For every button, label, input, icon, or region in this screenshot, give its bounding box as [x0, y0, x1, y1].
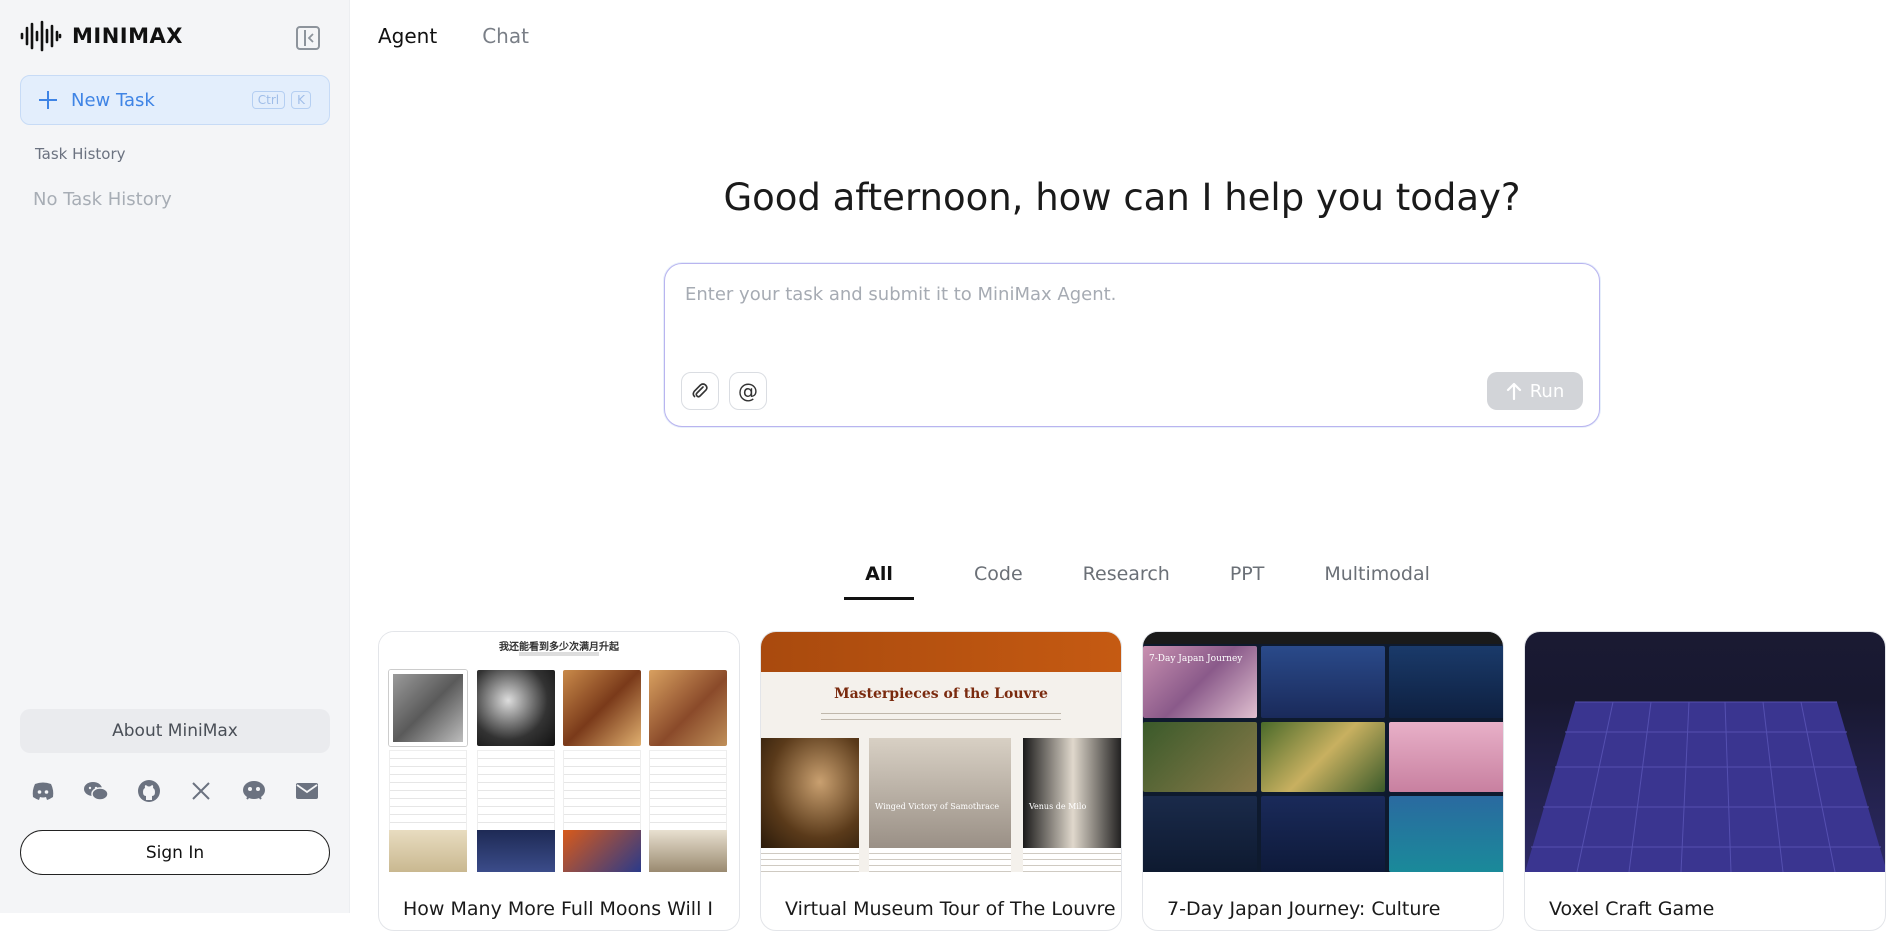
wechat-icon[interactable] [83, 778, 109, 804]
about-button[interactable]: About MiniMax [20, 709, 330, 753]
shortcut-k: K [291, 91, 311, 109]
greeting-heading: Good afternoon, how can I help you today… [723, 176, 1521, 219]
attach-button[interactable] [681, 372, 719, 410]
mode-tabs: Agent Chat [378, 24, 529, 48]
run-label: Run [1529, 380, 1565, 402]
thumb-heading: 7-Day Japan Journey [1149, 654, 1243, 664]
collapse-sidebar-button[interactable] [296, 26, 320, 50]
sign-in-button[interactable]: Sign In [20, 830, 330, 875]
tab-research[interactable]: Research [1083, 563, 1170, 597]
thumb-caption: Winged Victory of Samothrace [875, 802, 1000, 811]
card-thumbnail [1525, 632, 1885, 872]
at-icon: @ [738, 379, 758, 403]
mention-button[interactable]: @ [729, 372, 767, 410]
tab-chat[interactable]: Chat [482, 24, 529, 48]
new-task-button[interactable]: New Task Ctrl K [20, 75, 330, 125]
tab-all[interactable]: All [844, 563, 914, 600]
social-links [30, 778, 320, 804]
mail-icon[interactable] [294, 778, 320, 804]
thumb-heading: Masterpieces of the Louvre [834, 686, 1048, 702]
voxel-grid-graphic [1525, 701, 1885, 872]
plus-icon [39, 91, 57, 109]
tab-code[interactable]: Code [974, 563, 1023, 597]
card-title: Voxel Craft Game [1549, 898, 1715, 920]
example-cards: 我还能看到多少次满月升起 How Many More Full Moons Wi… [378, 631, 1886, 931]
card-title: How Many More Full Moons Will I [403, 898, 713, 920]
shortcut-ctrl: Ctrl [251, 91, 286, 109]
task-history-title: Task History [35, 145, 126, 163]
thumb-heading: 我还能看到多少次满月升起 [499, 642, 619, 653]
chevron-left-icon [307, 33, 314, 43]
brand[interactable]: MINIMAX [20, 18, 183, 54]
tab-ppt[interactable]: PPT [1230, 563, 1265, 597]
example-card[interactable]: Masterpieces of the Louvre Winged Victor… [760, 631, 1122, 931]
prompt-box: @ Run [664, 263, 1600, 427]
github-icon[interactable] [136, 778, 162, 804]
community-icon[interactable] [241, 778, 267, 804]
tab-multimodal[interactable]: Multimodal [1324, 563, 1430, 597]
minimax-logo-icon [20, 20, 62, 52]
thumb-caption: Venus de Milo [1029, 802, 1087, 811]
example-card[interactable]: 7-Day Japan Journey 7-Day Japan Journey:… [1142, 631, 1504, 931]
card-thumbnail: 我还能看到多少次满月升起 [379, 632, 739, 872]
category-tabs: All Code Research PPT Multimodal [844, 563, 1490, 600]
brand-name: MINIMAX [72, 24, 183, 48]
example-card[interactable]: 我还能看到多少次满月升起 How Many More Full Moons Wi… [378, 631, 740, 931]
tab-agent[interactable]: Agent [378, 24, 437, 48]
card-thumbnail: 7-Day Japan Journey [1143, 632, 1503, 872]
run-button[interactable]: Run [1487, 372, 1583, 410]
card-title: 7-Day Japan Journey: Culture [1167, 898, 1441, 920]
arrow-up-icon [1506, 382, 1521, 400]
paperclip-icon [692, 383, 708, 398]
example-card[interactable]: Voxel Craft Game [1524, 631, 1886, 931]
card-thumbnail: Masterpieces of the Louvre Winged Victor… [761, 632, 1121, 872]
x-icon[interactable] [188, 778, 214, 804]
no-task-history: No Task History [33, 189, 172, 210]
task-input[interactable] [685, 284, 1565, 305]
main-content: Agent Chat Good afternoon, how can I hel… [350, 0, 1894, 931]
card-title: Virtual Museum Tour of The Louvre [785, 898, 1116, 920]
sidebar: MINIMAX New Task Ctrl K Task History No … [0, 0, 350, 913]
new-task-label: New Task [71, 89, 155, 111]
discord-icon[interactable] [30, 778, 56, 804]
